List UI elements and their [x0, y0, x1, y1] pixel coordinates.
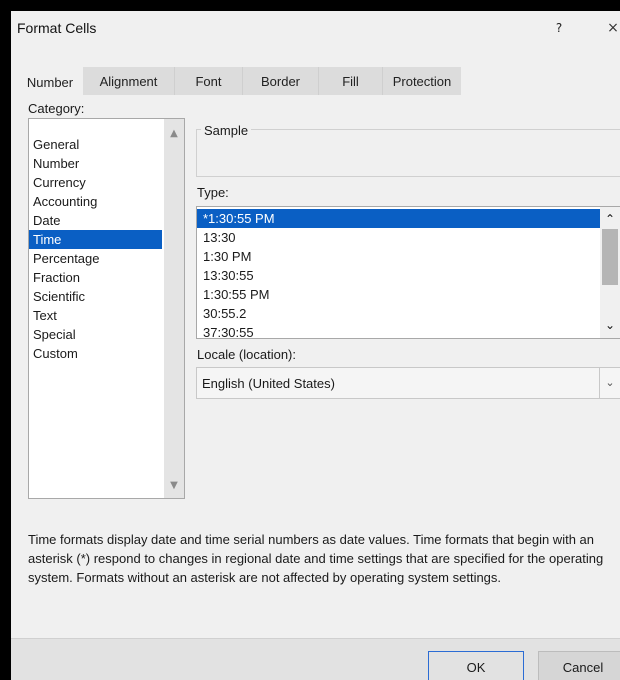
category-item-scientific[interactable]: Scientific — [29, 287, 162, 306]
chevron-up-icon[interactable]: ▲ — [164, 124, 184, 144]
dialog-footer: OK Cancel — [11, 638, 620, 680]
category-item-text[interactable]: Text — [29, 306, 162, 325]
category-item-number[interactable]: Number — [29, 154, 162, 173]
type-item[interactable]: 13:30 — [197, 228, 600, 247]
type-item[interactable]: 13:30:55 — [197, 266, 600, 285]
category-item-date[interactable]: Date — [29, 211, 162, 230]
tab-alignment[interactable]: Alignment — [83, 67, 175, 95]
type-item[interactable]: *1:30:55 PM — [197, 209, 600, 228]
title-bar: Format Cells ? × — [11, 11, 620, 45]
category-item-percentage[interactable]: Percentage — [29, 249, 162, 268]
chevron-up-icon[interactable]: ⌃ — [600, 209, 620, 229]
tab-strip: Number Alignment Font Border Fill Protec… — [11, 45, 620, 97]
locale-value: English (United States) — [202, 376, 335, 391]
category-item-custom[interactable]: Custom — [29, 344, 162, 363]
category-item-accounting[interactable]: Accounting — [29, 192, 162, 211]
sample-group — [196, 129, 620, 177]
close-button[interactable]: × — [601, 15, 620, 41]
ok-button[interactable]: OK — [428, 651, 524, 680]
help-button[interactable]: ? — [545, 15, 573, 41]
category-item-fraction[interactable]: Fraction — [29, 268, 162, 287]
type-scroll-thumb[interactable] — [602, 229, 618, 285]
chevron-down-icon[interactable]: ▼ — [164, 476, 184, 496]
tab-font[interactable]: Font — [175, 67, 243, 95]
tab-fill[interactable]: Fill — [319, 67, 383, 95]
chevron-down-icon[interactable]: ⌄ — [600, 315, 620, 335]
type-listbox[interactable]: *1:30:55 PM 13:30 1:30 PM 13:30:55 1:30:… — [196, 206, 620, 339]
sample-label: Sample — [201, 123, 252, 138]
type-item[interactable]: 1:30:55 PM — [197, 285, 600, 304]
type-label: Type: — [197, 185, 229, 200]
cancel-button[interactable]: Cancel — [538, 651, 620, 680]
tab-number[interactable]: Number — [17, 67, 83, 97]
format-description: Time formats display date and time seria… — [28, 532, 604, 585]
type-scrollbar[interactable]: ⌃ ⌄ — [600, 207, 620, 338]
type-item[interactable]: 1:30 PM — [197, 247, 600, 266]
type-item[interactable]: 37:30:55 — [197, 323, 600, 338]
tab-border[interactable]: Border — [243, 67, 319, 95]
locale-label: Locale (location): — [197, 347, 296, 362]
tab-protection[interactable]: Protection — [383, 67, 461, 95]
screenshot-frame: Format Cells ? × Number Alignment Font B… — [0, 0, 620, 680]
category-item-general[interactable]: General — [29, 135, 162, 154]
dialog-title: Format Cells — [17, 20, 97, 36]
format-cells-dialog: Format Cells ? × Number Alignment Font B… — [11, 11, 620, 680]
tab-row: Number Alignment Font Border Fill Protec… — [17, 67, 461, 97]
category-item-special[interactable]: Special — [29, 325, 162, 344]
category-scrollbar[interactable]: ▲ ▼ — [164, 119, 184, 498]
type-item[interactable]: 30:55.2 — [197, 304, 600, 323]
category-item-currency[interactable]: Currency — [29, 173, 162, 192]
category-listbox[interactable]: General Number Currency Accounting Date … — [28, 118, 185, 499]
chevron-down-icon[interactable]: ⌄ — [599, 368, 620, 398]
category-item-time[interactable]: Time — [29, 230, 162, 249]
locale-select[interactable]: English (United States) ⌄ — [196, 367, 620, 399]
category-label: Category: — [28, 101, 85, 116]
